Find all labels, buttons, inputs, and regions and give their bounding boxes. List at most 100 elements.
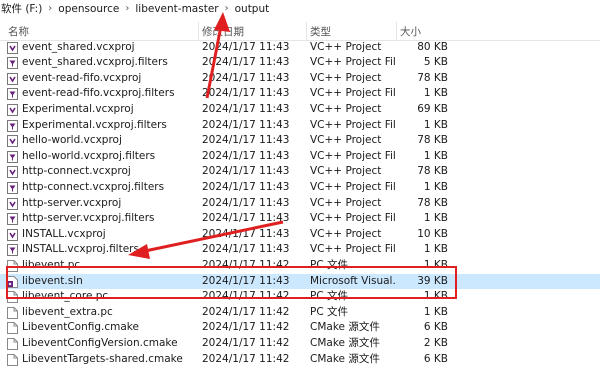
breadcrumb: 软件 (F:) › opensource › libevent-master ›… (0, 0, 600, 17)
file-row[interactable]: libevent_core.pc 2024/1/17 11:42 PC 文件 1 KB (0, 289, 600, 305)
file-size: 69 KB (417, 102, 448, 115)
file-name: libevent_core.pc (22, 290, 109, 303)
file-type: VC++ Project Fil... (310, 180, 396, 193)
file-row[interactable]: Experimental.vcxproj 2024/1/17 11:43 VC++ … (0, 102, 600, 118)
file-date: 2024/1/17 11:43 (202, 196, 290, 209)
file-row[interactable]: http-connect.vcxproj 2024/1/17 11:43 VC++ … (0, 164, 600, 180)
file-name: INSTALL.vcxproj (22, 227, 106, 240)
file-name: LibeventConfig.cmake (22, 321, 139, 334)
file-date: 2024/1/17 11:42 (202, 258, 290, 271)
file-size: 1 KB (423, 290, 448, 303)
file-type: VC++ Project Fil... (310, 56, 396, 69)
file-name: hello-world.vcxproj (22, 134, 122, 147)
chevron-right-icon[interactable]: › (120, 3, 134, 14)
column-divider[interactable] (198, 22, 199, 40)
file-type: VC++ Project (310, 165, 382, 178)
file-name: event-read-fifo.vcxproj.filters (22, 87, 175, 100)
file-type: PC 文件 (310, 290, 349, 303)
file-size: 1 KB (423, 180, 448, 193)
file-date: 2024/1/17 11:42 (202, 305, 290, 318)
file-date: 2024/1/17 11:43 (202, 227, 290, 240)
file-type: VC++ Project (310, 71, 382, 84)
file-date: 2024/1/17 11:43 (202, 118, 290, 131)
file-name: LibeventConfigVersion.cmake (22, 336, 178, 349)
file-row[interactable]: event_shared.vcxproj.filters 2024/1/17 11… (0, 55, 600, 71)
file-row[interactable]: libevent_extra.pc 2024/1/17 11:42 PC 文件 1 K… (0, 305, 600, 321)
file-type: PC 文件 (310, 305, 349, 318)
file-row[interactable]: LibeventTargets-shared.cmake 2024/1/17 11… (0, 352, 600, 368)
file-date: 2024/1/17 11:43 (202, 180, 290, 193)
file-type: VC++ Project (310, 40, 382, 53)
file-size: 1 KB (423, 212, 448, 225)
file-row[interactable]: event_shared.vcxproj 2024/1/17 11:43 VC++ … (0, 40, 600, 56)
file-date: 2024/1/17 11:43 (202, 243, 290, 256)
file-type: CMake 源文件 (310, 321, 380, 334)
file-row[interactable]: event-read-fifo.vcxproj 2024/1/17 11:43 VC… (0, 71, 600, 87)
breadcrumb-output[interactable]: output (234, 3, 271, 15)
file-size: 1 KB (423, 149, 448, 162)
file-date: 2024/1/17 11:43 (202, 87, 290, 100)
file-date: 2024/1/17 11:43 (202, 274, 290, 287)
file-type: VC++ Project (310, 134, 382, 147)
file-size: 1 KB (423, 87, 448, 100)
file-name: libevent.sln (22, 274, 83, 287)
file-row[interactable]: INSTALL.vcxproj.filters 2024/1/17 11:43 VC… (0, 242, 600, 258)
column-header-name[interactable]: 名称 (8, 24, 29, 39)
file-type: VC++ Project Fil... (310, 243, 396, 256)
file-date: 2024/1/17 11:43 (202, 56, 290, 69)
column-divider[interactable] (396, 22, 397, 40)
file-row[interactable]: hello-world.vcxproj 2024/1/17 11:43 VC++ P… (0, 133, 600, 149)
file-row[interactable]: http-connect.vcxproj.filters 2024/1/17 11… (0, 180, 600, 196)
chevron-right-icon[interactable]: › (43, 3, 57, 14)
column-header-date[interactable]: 修改日期 (202, 24, 244, 39)
file-type: PC 文件 (310, 258, 349, 271)
breadcrumb-opensource[interactable]: opensource (57, 3, 120, 15)
file-size: 10 KB (417, 227, 448, 240)
file-type: VC++ Project (310, 196, 382, 209)
file-type: Microsoft Visual... (310, 274, 396, 287)
file-type: VC++ Project (310, 227, 382, 240)
file-row[interactable]: http-server.vcxproj 2024/1/17 11:43 VC++ P… (0, 196, 600, 212)
file-type: VC++ Project (310, 102, 382, 115)
file-row[interactable]: INSTALL.vcxproj 2024/1/17 11:43 VC++ Proje… (0, 227, 600, 243)
file-type: VC++ Project Fil... (310, 212, 396, 225)
file-type: CMake 源文件 (310, 352, 380, 365)
file-size: 80 KB (417, 40, 448, 53)
file-type: VC++ Project Fil... (310, 149, 396, 162)
file-date: 2024/1/17 11:43 (202, 40, 290, 53)
file-name: http-server.vcxproj.filters (22, 212, 155, 225)
file-date: 2024/1/17 11:43 (202, 149, 290, 162)
column-header-type[interactable]: 类型 (310, 24, 331, 39)
file-size: 1 KB (423, 258, 448, 271)
file-name: Experimental.vcxproj (22, 102, 134, 115)
file-name: event_shared.vcxproj (22, 40, 135, 53)
file-row[interactable]: Experimental.vcxproj.filters 2024/1/17 11… (0, 118, 600, 134)
file-row[interactable]: libevent.sln 2024/1/17 11:43 Microsoft Vis… (0, 273, 600, 290)
file-row[interactable]: event-read-fifo.vcxproj.filters 2024/1/17… (0, 86, 600, 102)
file-name: Experimental.vcxproj.filters (22, 118, 167, 131)
file-type: VC++ Project Fil... (310, 118, 396, 131)
file-row[interactable]: LibeventConfig.cmake 2024/1/17 11:42 CMake… (0, 320, 600, 336)
file-date: 2024/1/17 11:43 (202, 71, 290, 84)
file-name: http-connect.vcxproj (22, 165, 131, 178)
breadcrumb-libevent-master[interactable]: libevent-master (134, 3, 219, 15)
file-row[interactable]: http-server.vcxproj.filters 2024/1/17 11:… (0, 211, 600, 227)
file-size: 5 KB (423, 56, 448, 69)
file-row[interactable]: LibeventConfigVersion.cmake 2024/1/17 11:… (0, 336, 600, 352)
file-date: 2024/1/17 11:42 (202, 336, 290, 349)
file-row[interactable]: hello-world.vcxproj.filters 2024/1/17 11:… (0, 149, 600, 165)
file-date: 2024/1/17 11:43 (202, 212, 290, 225)
file-date: 2024/1/17 11:42 (202, 321, 290, 334)
column-divider[interactable] (306, 22, 307, 40)
file-size: 2 KB (423, 336, 448, 349)
file-name: event_shared.vcxproj.filters (22, 56, 168, 69)
file-size: 1 KB (423, 305, 448, 318)
chevron-right-icon[interactable]: › (220, 3, 234, 14)
file-type: CMake 源文件 (310, 336, 380, 349)
file-row[interactable]: libevent.pc 2024/1/17 11:42 PC 文件 1 KB (0, 258, 600, 274)
breadcrumb-drive[interactable]: 软件 (F:) (0, 1, 43, 16)
column-header-size[interactable]: 大小 (400, 24, 421, 39)
column-header: 名称 修改日期 类型 大小 (0, 22, 600, 41)
file-date: 2024/1/17 11:42 (202, 290, 290, 303)
file-size: 6 KB (423, 321, 448, 334)
